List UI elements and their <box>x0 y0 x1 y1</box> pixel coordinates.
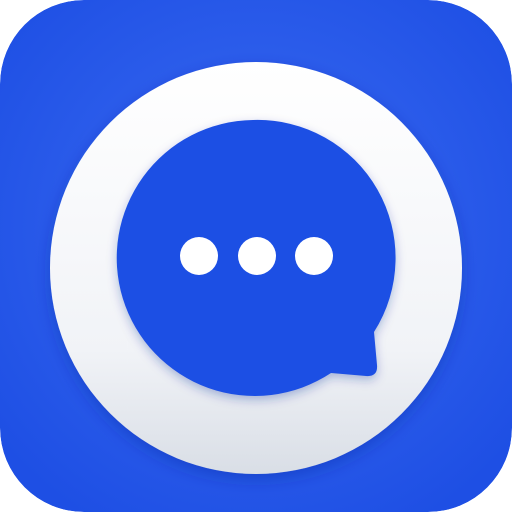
app-icon[interactable] <box>0 0 512 512</box>
app-icon-graphic <box>0 0 512 512</box>
dot-right <box>295 237 333 275</box>
dot-left <box>180 237 218 275</box>
dot-middle <box>238 237 276 275</box>
